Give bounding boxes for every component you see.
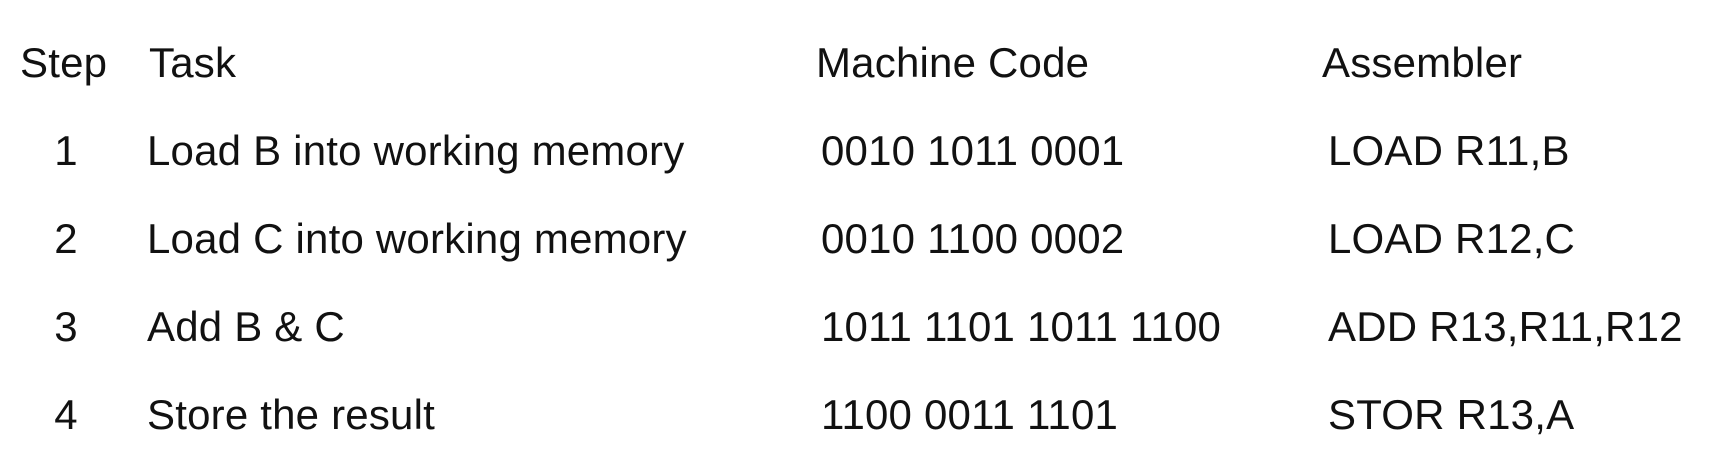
row-1-assembler: LOAD R11,B xyxy=(1328,127,1570,174)
row-2-assembler: LOAD R12,C xyxy=(1328,215,1576,262)
row-2-task: Load C into working memory xyxy=(147,215,687,262)
row-3-assembler: ADD R13,R11,R12 xyxy=(1328,303,1683,350)
row-3-machine-code: 1011 1101 1011 1100 xyxy=(821,303,1222,350)
row-2-machine-code: 0010 1100 0002 xyxy=(821,215,1125,262)
row-3-step: 3 xyxy=(54,303,78,350)
header-machine-code: Machine Code xyxy=(816,39,1090,86)
header-assembler: Assembler xyxy=(1322,39,1523,86)
row-4-task: Store the result xyxy=(147,391,436,438)
instruction-table: Step Task Machine Code Assembler 1 Load … xyxy=(0,0,1724,462)
row-1-machine-code: 0010 1011 0001 xyxy=(821,127,1125,174)
row-4-machine-code: 1100 0011 1101 xyxy=(821,391,1119,438)
row-2-step: 2 xyxy=(54,215,78,262)
row-3-task: Add B & C xyxy=(147,303,345,350)
row-1-task: Load B into working memory xyxy=(147,127,685,174)
header-task: Task xyxy=(149,39,237,86)
row-1-step: 1 xyxy=(54,127,78,174)
header-step: Step xyxy=(20,39,108,86)
row-4-step: 4 xyxy=(54,391,78,438)
row-4-assembler: STOR R13,A xyxy=(1328,391,1575,438)
